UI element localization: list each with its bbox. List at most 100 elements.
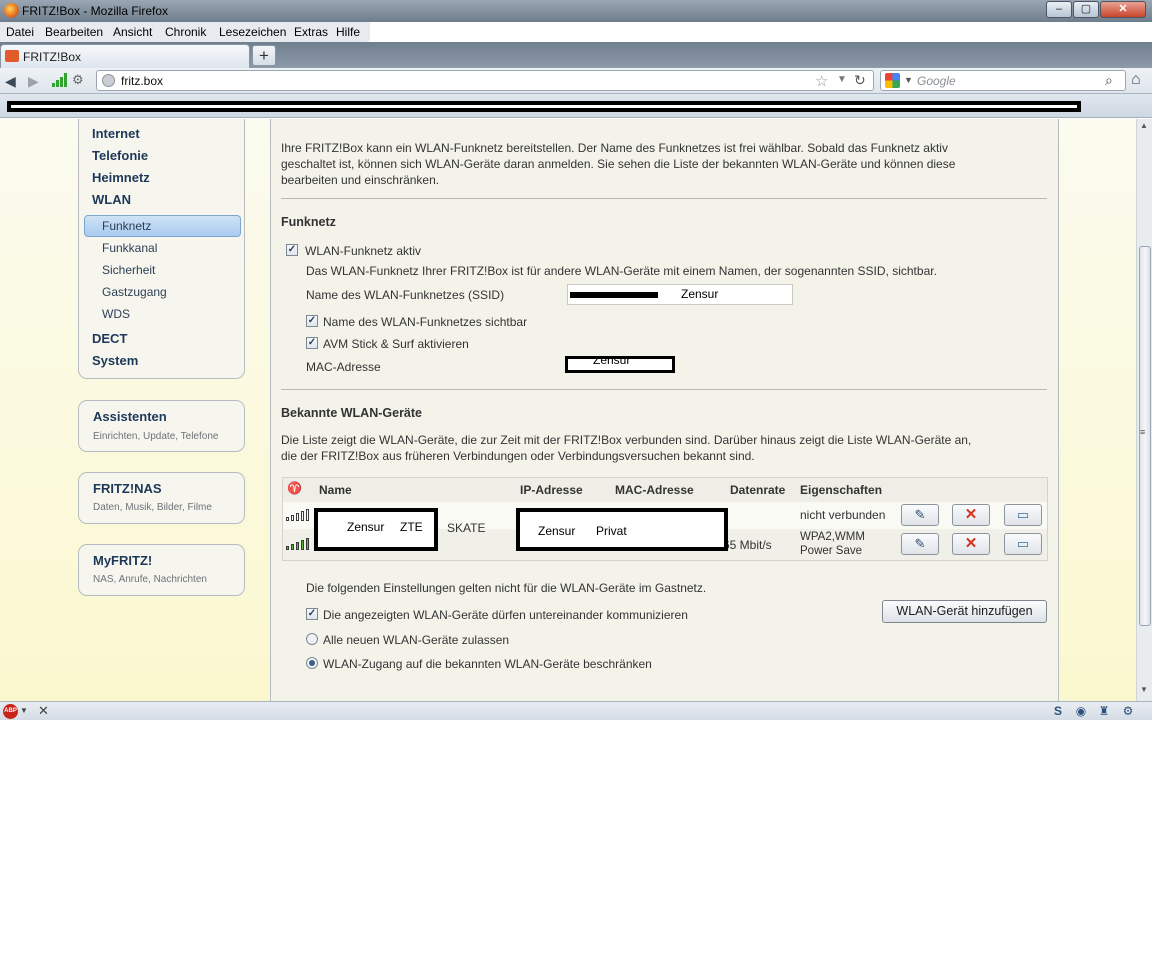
- ssid-input[interactable]: Zensur: [567, 284, 793, 305]
- url-text[interactable]: fritz.box: [121, 74, 163, 88]
- home-icon[interactable]: ⌂: [1131, 71, 1141, 89]
- google-engine-icon[interactable]: [885, 73, 900, 88]
- menu-chronik[interactable]: Chronik: [165, 25, 206, 39]
- col-rate[interactable]: Datenrate: [730, 483, 785, 497]
- adblock-chevron-down-icon[interactable]: ▼: [20, 706, 28, 715]
- intercomm-checkbox[interactable]: ✓: [306, 608, 318, 620]
- page-viewport: Internet Telefonie Heimnetz WLAN Funknet…: [0, 119, 1136, 701]
- nav-telefonie[interactable]: Telefonie: [92, 148, 148, 163]
- close-window-button[interactable]: ✕: [1100, 1, 1146, 18]
- search-placeholder[interactable]: Google: [917, 74, 956, 88]
- ssid-description: Das WLAN-Funknetz Ihrer FRITZ!Box ist fü…: [306, 264, 937, 278]
- tab-label: FRITZ!Box: [23, 50, 82, 64]
- fritznas-title[interactable]: FRITZ!NAS: [93, 481, 162, 496]
- device-1-props: nicht verbunden: [800, 508, 886, 522]
- intercomm-label[interactable]: Die angezeigten WLAN-Geräte dürfen unter…: [323, 607, 688, 623]
- device-1-delete-icon[interactable]: ✕: [952, 504, 990, 526]
- nav-gastzugang[interactable]: Gastzugang: [102, 285, 167, 299]
- signal-none-icon: [286, 509, 310, 521]
- fritznas-box[interactable]: FRITZ!NAS Daten, Musik, Bilder, Filme: [78, 472, 245, 524]
- settings-icon[interactable]: ⚙: [1120, 703, 1136, 719]
- ssid-visible-checkbox[interactable]: ✓: [306, 315, 318, 327]
- avm-stick-label[interactable]: AVM Stick & Surf aktivieren: [323, 336, 469, 352]
- close-addon-bar-icon[interactable]: ✕: [38, 703, 49, 719]
- addon-icon[interactable]: ⚙: [72, 72, 84, 88]
- ssid-visible-label[interactable]: Name des WLAN-Funknetzes sichtbar: [323, 314, 527, 330]
- minimize-button[interactable]: –: [1046, 1, 1072, 18]
- star-icon[interactable]: ☆: [815, 72, 828, 90]
- scroll-grip-icon: ≡: [1140, 427, 1146, 437]
- adblock-icon[interactable]: ABP: [3, 704, 18, 719]
- device-1-message-icon[interactable]: ▭: [1004, 504, 1042, 526]
- divider: [281, 198, 1047, 199]
- search-bar[interactable]: ▼ Google ⌕: [880, 70, 1126, 91]
- search-icon[interactable]: ⌕: [1105, 72, 1113, 89]
- ssid-value[interactable]: Zensur: [681, 287, 718, 301]
- globe-icon[interactable]: ◉: [1073, 703, 1089, 719]
- signal-bars-icon[interactable]: [52, 73, 67, 87]
- wlan-active-label[interactable]: WLAN-Funknetz aktiv: [305, 243, 421, 259]
- url-bar[interactable]: fritz.box ☆ ▼ ↻: [96, 70, 874, 91]
- name-redaction: Zensur ZTE: [314, 508, 438, 551]
- new-tab-button[interactable]: +: [252, 45, 276, 66]
- status-bar: ABP ▼ ✕ S ◉ ♜ ⚙: [0, 701, 1152, 720]
- content-panel: Ihre FRITZ!Box kann ein WLAN-Funknetz be…: [270, 119, 1059, 701]
- back-arrow-icon[interactable]: ◀: [5, 73, 16, 90]
- ssid-redaction: [570, 292, 658, 298]
- mac-value-redaction: Zensur: [565, 356, 675, 373]
- engine-chevron-down-icon[interactable]: ▼: [904, 75, 913, 85]
- device-2-edit-icon[interactable]: ✎: [901, 533, 939, 555]
- menu-extras[interactable]: Extras: [294, 25, 328, 39]
- bookmarks-toolbar: [0, 94, 1152, 118]
- menu-datei[interactable]: Datei: [6, 25, 34, 39]
- reload-icon[interactable]: ↻: [854, 72, 866, 89]
- forward-arrow-icon[interactable]: ▶: [28, 73, 39, 90]
- nav-funknetz[interactable]: Funknetz: [102, 219, 151, 233]
- assistenten-title[interactable]: Assistenten: [93, 409, 167, 424]
- col-name[interactable]: Name: [319, 483, 352, 497]
- extension-icon[interactable]: ♜: [1096, 703, 1112, 719]
- assistenten-box[interactable]: Assistenten Einrichten, Update, Telefone: [78, 400, 245, 452]
- signal-full-icon: [286, 538, 310, 550]
- allow-all-label[interactable]: Alle neuen WLAN-Geräte zulassen: [323, 632, 509, 648]
- menu-hilfe[interactable]: Hilfe: [336, 25, 360, 39]
- nav-wlan[interactable]: WLAN: [92, 192, 131, 207]
- restrict-radio[interactable]: [306, 657, 318, 669]
- restrict-label[interactable]: WLAN-Zugang auf die bekannten WLAN-Gerät…: [323, 656, 652, 672]
- scroll-up-icon[interactable]: ▲: [1140, 121, 1148, 130]
- known-devices-heading: Bekannte WLAN-Geräte: [281, 406, 422, 420]
- myfritz-box[interactable]: MyFRITZ! NAS, Anrufe, Nachrichten: [78, 544, 245, 596]
- nav-wds[interactable]: WDS: [102, 307, 130, 321]
- device-2-message-icon[interactable]: ▭: [1004, 533, 1042, 555]
- site-identity-icon[interactable]: [102, 74, 115, 87]
- nav-funkkanal[interactable]: Funkkanal: [102, 241, 157, 255]
- nav-dect[interactable]: DECT: [92, 331, 127, 346]
- page-scrollbar[interactable]: ▲ ≡ ▼: [1136, 119, 1152, 701]
- avm-stick-checkbox[interactable]: ✓: [306, 337, 318, 349]
- col-mac[interactable]: MAC-Adresse: [615, 483, 694, 497]
- nav-heimnetz[interactable]: Heimnetz: [92, 170, 150, 185]
- menu-bearbeiten[interactable]: Bearbeiten: [45, 25, 103, 39]
- maximize-button[interactable]: ▢: [1073, 1, 1099, 18]
- table-header: ♈ Name IP-Adresse MAC-Adresse Datenrate …: [283, 478, 1047, 502]
- col-props[interactable]: Eigenschaften: [800, 483, 882, 497]
- nav-internet[interactable]: Internet: [92, 126, 140, 141]
- add-device-button[interactable]: WLAN-Gerät hinzufügen: [882, 600, 1047, 623]
- tab-fritzbox[interactable]: FRITZ!Box: [0, 44, 250, 68]
- col-ip[interactable]: IP-Adresse: [520, 483, 583, 497]
- allow-all-radio[interactable]: [306, 633, 318, 645]
- divider: [281, 389, 1047, 390]
- menu-lesezeichen[interactable]: Lesezeichen: [219, 25, 286, 39]
- menu-ansicht[interactable]: Ansicht: [113, 25, 152, 39]
- wlan-active-checkbox[interactable]: ✓: [286, 244, 298, 256]
- nav-system[interactable]: System: [92, 353, 138, 368]
- chevron-down-icon[interactable]: ▼: [837, 74, 847, 85]
- scroll-down-icon[interactable]: ▼: [1140, 685, 1148, 694]
- navigation-toolbar: ◀ ▶ ⚙ fritz.box ☆ ▼ ↻ ▼ Google ⌕ ⌂: [0, 68, 1152, 94]
- nav-sicherheit[interactable]: Sicherheit: [102, 263, 155, 277]
- intro-text-3: bearbeiten und einschränken.: [281, 173, 440, 187]
- myfritz-title[interactable]: MyFRITZ!: [93, 553, 152, 568]
- skype-icon[interactable]: S: [1050, 703, 1066, 719]
- device-2-delete-icon[interactable]: ✕: [952, 533, 990, 555]
- device-1-edit-icon[interactable]: ✎: [901, 504, 939, 526]
